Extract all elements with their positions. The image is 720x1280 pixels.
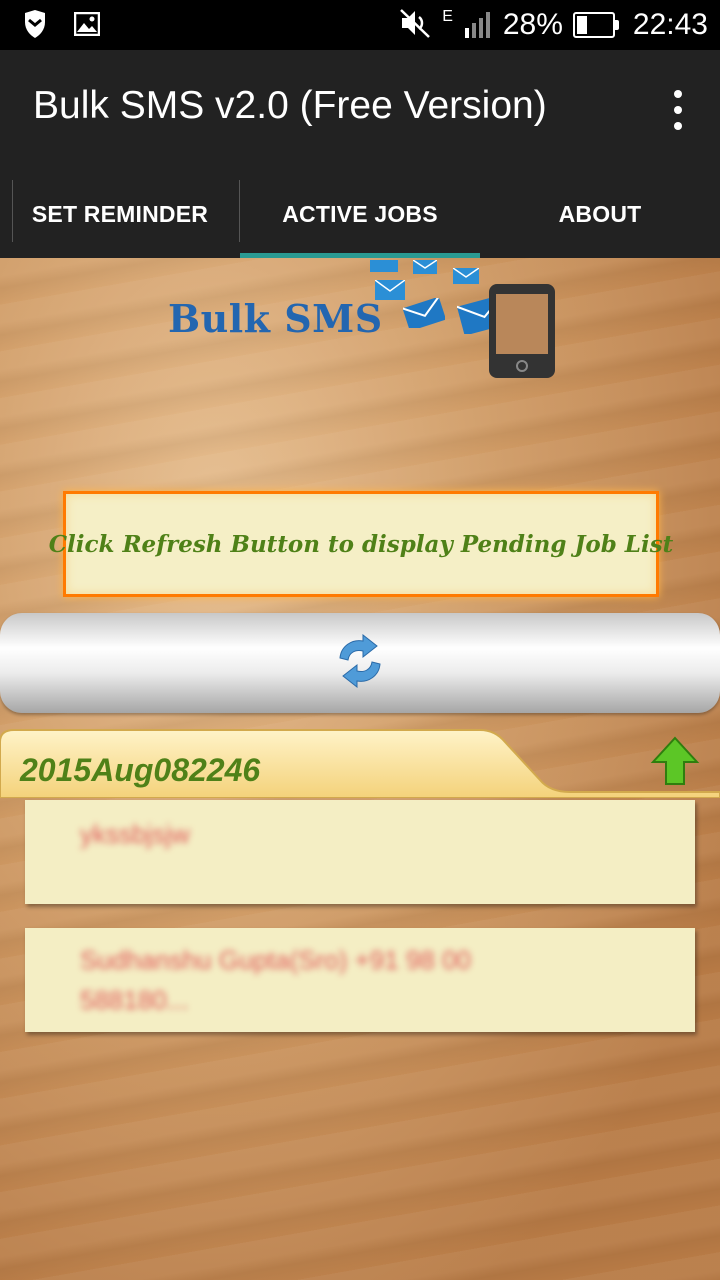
job-title: 2015Aug082246 — [20, 752, 261, 788]
overflow-menu-icon[interactable] — [672, 90, 684, 130]
mute-icon — [398, 7, 432, 44]
envelope-icon — [403, 298, 445, 328]
app-title: Bulk SMS v2.0 (Free Version) — [33, 84, 547, 127]
phone-icon — [489, 284, 555, 378]
tab-active-jobs[interactable]: ACTIVE JOBS — [240, 170, 480, 258]
image-icon — [73, 11, 101, 41]
logo-text: Bulk SMS — [168, 296, 383, 341]
recipients-text: Sudhanshu Gupta(Sro) +91 98 00 588180... — [80, 940, 471, 1020]
status-bar: E 28% 22:43 — [0, 0, 720, 50]
app-bar: Bulk SMS v2.0 (Free Version) — [0, 50, 720, 170]
content-area: Bulk SMS Click Refresh Button to display… — [0, 258, 720, 1280]
message-text: ykssbjsjw — [80, 819, 190, 849]
battery-icon — [572, 12, 619, 38]
envelope-icon — [375, 280, 405, 300]
recipients-line-1: Sudhanshu Gupta(Sro) +91 98 00 — [80, 945, 472, 975]
message-card: ykssbjsjw — [25, 800, 695, 904]
notice-box: Click Refresh Button to display Pending … — [49, 491, 673, 597]
tab-bar: SET REMINDER ACTIVE JOBS ABOUT — [0, 170, 720, 258]
job-group-header: 2015Aug082246 — [0, 728, 720, 798]
network-type: E — [442, 8, 453, 25]
app-logo: Bulk SMS — [165, 258, 585, 388]
battery-percent: 28% — [502, 8, 563, 41]
tab-about[interactable]: ABOUT — [480, 170, 720, 258]
refresh-icon — [332, 633, 388, 693]
envelope-icon — [413, 260, 437, 274]
recipients-line-2: 588180... — [80, 985, 189, 1015]
arrow-up-icon[interactable] — [650, 736, 700, 786]
recipients-card: Sudhanshu Gupta(Sro) +91 98 00 588180... — [25, 928, 695, 1032]
clock: 22:43 — [632, 8, 708, 41]
tab-set-reminder[interactable]: SET REMINDER — [0, 170, 240, 258]
refresh-button[interactable] — [0, 613, 720, 713]
envelope-icon — [453, 268, 479, 284]
envelope-icon — [370, 260, 398, 272]
signal-icon — [463, 8, 493, 43]
notice-text: Click Refresh Button to display Pending … — [48, 530, 674, 558]
shield-icon — [22, 10, 48, 43]
